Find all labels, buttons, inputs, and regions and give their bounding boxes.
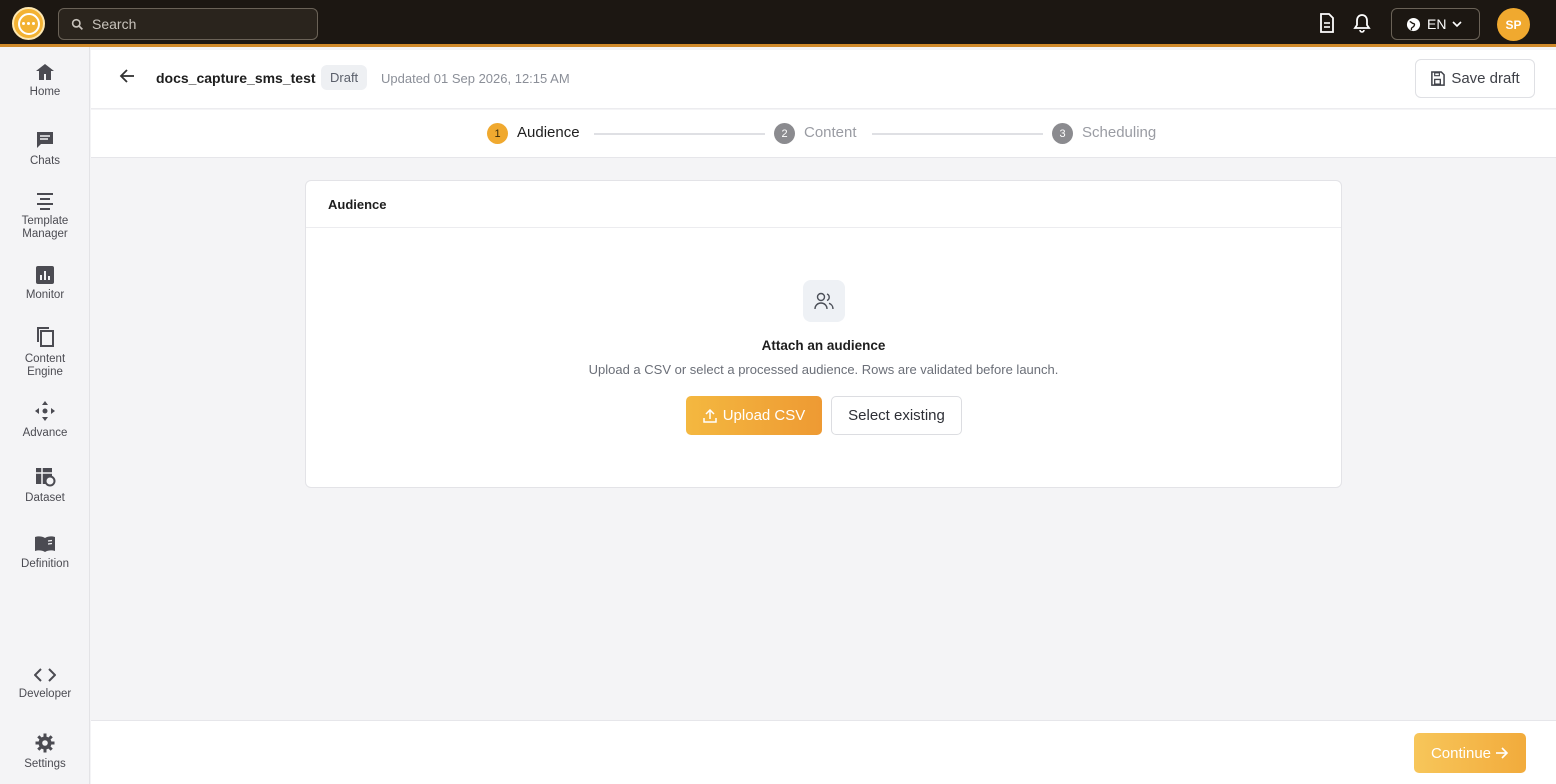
empty-state-title: Attach an audience xyxy=(761,338,886,353)
top-bar: Search EN SP xyxy=(0,0,1556,47)
continue-label: Continue xyxy=(1430,744,1492,762)
arrow-left-icon xyxy=(119,69,134,83)
move-icon xyxy=(35,401,55,421)
document-icon[interactable] xyxy=(1316,12,1338,34)
sidebar-item-template-manager[interactable]: Template Manager xyxy=(0,192,90,241)
save-icon xyxy=(1431,71,1446,86)
users-icon xyxy=(803,280,845,322)
sidebar-item-dataset[interactable]: Dataset xyxy=(0,467,90,505)
sidebar-item-developer[interactable]: Developer xyxy=(0,667,90,701)
step-connector xyxy=(872,133,1043,135)
sidebar-item-label: Chats xyxy=(29,155,61,167)
empty-state-description: Upload a CSV or select a processed audie… xyxy=(588,362,1059,377)
avatar[interactable]: SP xyxy=(1497,8,1530,41)
step-connector xyxy=(594,133,765,135)
step-audience-label[interactable]: Audience xyxy=(517,124,580,141)
sidebar-item-label: Definition xyxy=(21,558,69,570)
home-icon xyxy=(36,64,54,80)
gear-icon xyxy=(35,733,55,753)
sidebar-item-label: Content Engine xyxy=(24,353,66,378)
code-icon xyxy=(34,668,56,682)
audience-card: Audience Attach an audience Upload a CSV… xyxy=(305,180,1342,488)
language-selector[interactable]: EN xyxy=(1391,8,1480,40)
status-badge: Draft xyxy=(321,65,368,90)
sidebar-item-advance[interactable]: Advance xyxy=(0,400,90,440)
step-1-number[interactable]: 1 xyxy=(487,123,508,144)
select-existing-button[interactable]: Select existing xyxy=(831,396,962,435)
app-logo[interactable] xyxy=(12,7,45,40)
sidebar-item-label: Dataset xyxy=(25,492,65,504)
globe-icon xyxy=(1406,17,1421,31)
step-scheduling-label[interactable]: Scheduling xyxy=(1082,124,1156,141)
arrow-right-icon xyxy=(1496,747,1509,759)
chart-icon xyxy=(36,266,54,284)
search-icon xyxy=(71,18,83,30)
language-label: EN xyxy=(1427,16,1447,32)
upload-csv-label: Upload CSV xyxy=(722,407,806,424)
step-content-label[interactable]: Content xyxy=(804,124,857,141)
sidebar-item-label: Settings xyxy=(24,758,66,770)
chat-icon xyxy=(37,132,53,148)
sidebar-item-label: Advance xyxy=(22,427,68,439)
chevron-down-icon xyxy=(1452,21,1463,28)
sidebar-item-settings[interactable]: Settings xyxy=(0,733,90,771)
sidebar: Home Chats Template Manager Monitor Cont… xyxy=(0,47,90,784)
updated-timestamp: Updated 01 Sep 2026, 12:15 AM xyxy=(381,71,570,86)
upload-csv-button[interactable]: Upload CSV xyxy=(686,396,822,435)
save-draft-label: Save draft xyxy=(1451,70,1520,87)
upload-icon xyxy=(702,408,717,423)
campaign-name: docs_capture_sms_test xyxy=(156,70,316,86)
sidebar-item-content-engine[interactable]: Content Engine xyxy=(0,326,90,379)
sidebar-item-definition[interactable]: Definition xyxy=(0,535,90,571)
sidebar-item-label: Template Manager xyxy=(21,215,69,240)
sidebar-item-label: Developer xyxy=(18,688,72,700)
copy-icon xyxy=(37,327,54,347)
card-title: Audience xyxy=(306,181,1341,228)
template-icon xyxy=(37,193,53,210)
footer-bar: Continue xyxy=(91,720,1556,784)
back-button[interactable] xyxy=(119,68,137,88)
sidebar-item-monitor[interactable]: Monitor xyxy=(0,266,90,302)
book-icon xyxy=(35,536,55,552)
search-input[interactable]: Search xyxy=(58,8,318,40)
search-placeholder: Search xyxy=(92,16,137,32)
sidebar-item-home[interactable]: Home xyxy=(0,63,90,99)
stepper: 1 Audience 2 Content 3 Scheduling xyxy=(91,110,1556,158)
step-2-number[interactable]: 2 xyxy=(774,123,795,144)
step-3-number[interactable]: 3 xyxy=(1052,123,1073,144)
dataset-icon xyxy=(36,468,56,487)
save-draft-button[interactable]: Save draft xyxy=(1415,59,1535,98)
sidebar-item-label: Home xyxy=(29,86,61,98)
continue-button[interactable]: Continue xyxy=(1414,733,1526,773)
sidebar-item-label: Monitor xyxy=(25,289,65,301)
bell-icon[interactable] xyxy=(1351,12,1373,34)
campaign-header: docs_capture_sms_test Draft Updated 01 S… xyxy=(91,50,1556,109)
sidebar-item-chats[interactable]: Chats xyxy=(0,130,90,168)
